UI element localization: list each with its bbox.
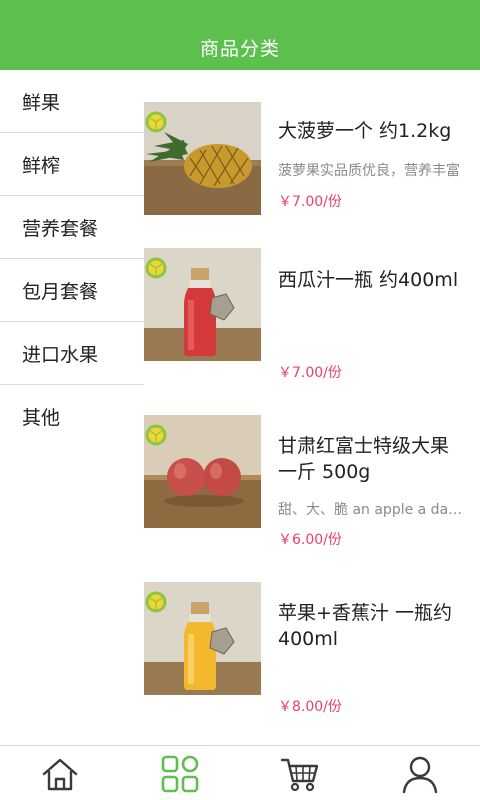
category-grid-icon bbox=[161, 755, 199, 793]
product-name: 大菠萝一个 约1.2kg bbox=[278, 120, 452, 142]
product-item-apple-banana-juice[interactable]: 苹果+香蕉汁 一瓶约400ml ￥8.00/份 bbox=[144, 582, 480, 732]
cart-icon bbox=[280, 758, 319, 792]
product-image-apple-banana-juice bbox=[144, 582, 261, 695]
product-price: ￥7.00/份 bbox=[278, 194, 342, 210]
product-item-pineapple[interactable]: 大菠萝一个 约1.2kg 菠萝果实品质优良，营养丰富 ￥7.00/份 bbox=[144, 102, 480, 252]
category-label: 包月套餐 bbox=[22, 280, 99, 303]
product-image-watermelon-juice bbox=[144, 248, 261, 361]
category-item-fresh-juice[interactable]: 鲜榨 bbox=[0, 133, 144, 196]
category-label: 鲜果 bbox=[22, 91, 61, 114]
category-label: 营养套餐 bbox=[22, 217, 99, 240]
product-image-pineapple bbox=[144, 102, 261, 215]
category-item-imported-fruit[interactable]: 进口水果 bbox=[0, 322, 144, 385]
category-item-monthly-set[interactable]: 包月套餐 bbox=[0, 259, 144, 322]
product-list: 大菠萝一个 约1.2kg 菠萝果实品质优良，营养丰富 ￥7.00/份 西瓜汁一瓶… bbox=[144, 70, 480, 746]
product-description: 菠萝果实品质优良，营养丰富 bbox=[278, 163, 460, 179]
tab-category[interactable] bbox=[150, 752, 210, 796]
bottom-tab-bar bbox=[0, 745, 480, 800]
product-image-apples bbox=[144, 415, 261, 528]
product-price: ￥7.00/份 bbox=[278, 365, 342, 381]
tab-profile[interactable] bbox=[390, 752, 450, 796]
category-label: 进口水果 bbox=[22, 343, 99, 366]
product-description: 甜、大、脆 an apple a day keeps the doctor aw… bbox=[278, 502, 470, 518]
page-title: 商品分类 bbox=[199, 37, 280, 60]
category-label: 鲜榨 bbox=[22, 154, 61, 177]
category-item-fresh-fruit[interactable]: 鲜果 bbox=[0, 70, 144, 133]
product-price: ￥6.00/份 bbox=[278, 532, 342, 548]
category-label: 其他 bbox=[22, 407, 61, 429]
product-name: 西瓜汁一瓶 约400ml bbox=[278, 269, 459, 291]
category-sidebar: 鲜果 鲜榨 营养套餐 包月套餐 进口水果 其他 bbox=[0, 70, 144, 746]
category-item-other[interactable]: 其他 bbox=[0, 385, 144, 448]
home-icon bbox=[42, 758, 78, 791]
product-name: 甘肃红富士特级大果 一斤 500g bbox=[278, 435, 450, 483]
category-item-nutrition-set[interactable]: 营养套餐 bbox=[0, 196, 144, 259]
tab-home[interactable] bbox=[30, 752, 90, 796]
product-item-watermelon-juice[interactable]: 西瓜汁一瓶 约400ml ￥7.00/份 bbox=[144, 248, 480, 398]
app-header: 商品分类 bbox=[0, 24, 480, 70]
user-icon bbox=[402, 756, 438, 794]
tab-cart[interactable] bbox=[270, 752, 330, 796]
product-name: 苹果+香蕉汁 一瓶约400ml bbox=[278, 602, 452, 650]
product-item-red-fuji-apple[interactable]: 甘肃红富士特级大果 一斤 500g 甜、大、脆 an apple a day k… bbox=[144, 415, 480, 565]
product-price: ￥8.00/份 bbox=[278, 699, 342, 715]
status-bar bbox=[0, 0, 480, 24]
